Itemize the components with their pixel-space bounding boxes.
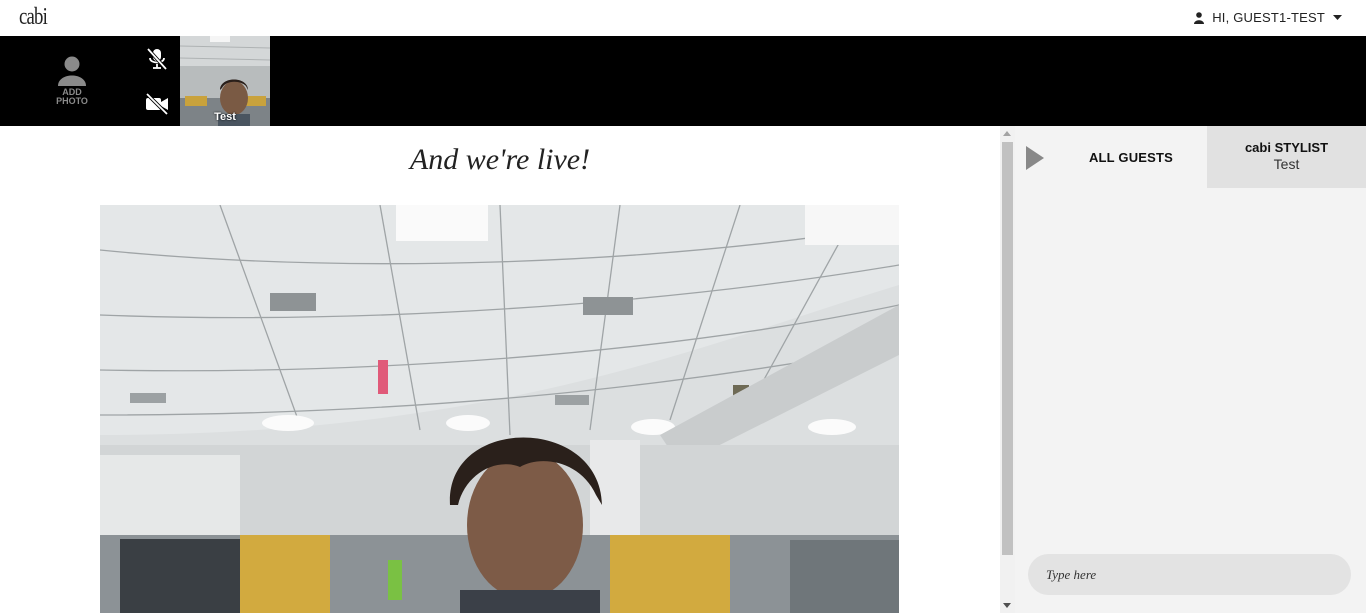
add-photo-button[interactable]: ADD PHOTO bbox=[52, 56, 92, 112]
caret-down-icon bbox=[1333, 15, 1342, 20]
stylist-tab-name: Test bbox=[1273, 156, 1300, 172]
person-icon bbox=[58, 56, 86, 86]
camera-toggle-button[interactable] bbox=[144, 91, 170, 117]
mic-toggle-button[interactable] bbox=[144, 46, 170, 72]
page-title: And we're live! bbox=[409, 143, 591, 176]
self-name-label: Test bbox=[214, 111, 236, 123]
scroll-up-arrow-icon[interactable] bbox=[1003, 131, 1011, 136]
main-video[interactable] bbox=[100, 205, 899, 613]
camera-off-icon bbox=[145, 92, 169, 116]
main-stage: And we're live! bbox=[0, 126, 1000, 613]
participant-strip: ADD PHOTO Test bbox=[0, 36, 1366, 126]
user-greeting: HI, GUEST1-TEST bbox=[1212, 10, 1325, 25]
scrollbar-thumb[interactable] bbox=[1002, 142, 1013, 555]
add-photo-label-2: PHOTO bbox=[56, 96, 88, 106]
chat-panel: ALL GUESTS cabi STYLIST Test bbox=[1015, 126, 1366, 613]
self-video-thumbnail[interactable]: Test bbox=[180, 36, 270, 126]
top-bar: cabi HI, GUEST1-TEST bbox=[0, 0, 1366, 36]
live-video-image bbox=[100, 205, 899, 613]
page-scrollbar[interactable] bbox=[1000, 126, 1015, 613]
chat-input[interactable] bbox=[1028, 554, 1351, 595]
scroll-down-arrow-icon[interactable] bbox=[1003, 603, 1011, 608]
user-menu[interactable]: HI, GUEST1-TEST bbox=[1194, 10, 1342, 25]
collapse-panel-arrow-icon[interactable] bbox=[1026, 146, 1044, 170]
user-icon bbox=[1194, 11, 1205, 24]
stylist-tab-title: cabi STYLIST bbox=[1244, 140, 1329, 155]
tab-cabi-stylist[interactable]: cabi STYLIST Test bbox=[1207, 126, 1366, 188]
mic-muted-icon bbox=[146, 47, 168, 71]
tab-all-guests[interactable]: ALL GUESTS bbox=[1055, 126, 1207, 188]
cabi-logo[interactable]: cabi bbox=[19, 4, 48, 31]
